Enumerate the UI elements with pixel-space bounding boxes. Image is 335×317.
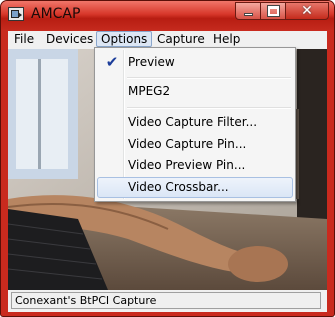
menu-options[interactable]: Options xyxy=(96,31,153,47)
menu-item-video-capture-pin[interactable]: Video Capture Pin... xyxy=(97,134,293,155)
menu-capture[interactable]: Capture xyxy=(153,31,209,47)
menu-item-video-crossbar[interactable]: Video Crossbar... xyxy=(97,177,293,198)
menu-item-preview[interactable]: ✔ Preview xyxy=(97,52,293,73)
window-title: AMCAP xyxy=(31,6,81,22)
menu-item-label: Video Capture Filter... xyxy=(128,115,258,129)
menu-item-label: Video Preview Pin... xyxy=(128,158,246,172)
options-dropdown-menu: ✔ Preview MPEG2 Video Capture Filter... … xyxy=(94,47,296,202)
checkmark-icon: ✔ xyxy=(105,53,119,71)
menu-item-video-preview-pin[interactable]: Video Preview Pin... xyxy=(97,155,293,176)
menu-devices[interactable]: Devices xyxy=(42,31,97,47)
status-text: Conexant's BtPCI Capture xyxy=(11,292,321,309)
close-button[interactable]: ✕ xyxy=(285,2,329,20)
menu-separator xyxy=(127,77,291,79)
minimize-icon xyxy=(244,13,253,16)
minimize-button[interactable] xyxy=(235,2,261,20)
menu-item-label: Video Capture Pin... xyxy=(128,137,247,151)
menu-separator xyxy=(127,107,291,109)
menu-item-label: MPEG2 xyxy=(128,84,171,98)
title-bar[interactable]: AMCAP ✕ xyxy=(1,1,334,30)
caption-buttons: ✕ xyxy=(235,2,329,21)
maximize-button[interactable] xyxy=(260,2,286,20)
maximize-icon xyxy=(267,5,280,17)
menu-item-mpeg2[interactable]: MPEG2 xyxy=(97,81,293,102)
menu-help[interactable]: Help xyxy=(209,31,244,47)
menu-item-label: Preview xyxy=(128,55,175,69)
camera-app-icon[interactable] xyxy=(8,7,24,21)
menu-item-label: Video Crossbar... xyxy=(128,180,229,194)
status-bar: Conexant's BtPCI Capture xyxy=(8,290,327,312)
close-icon: ✕ xyxy=(301,3,313,19)
menu-file[interactable]: File xyxy=(10,31,38,47)
menu-item-video-capture-filter[interactable]: Video Capture Filter... xyxy=(97,112,293,133)
